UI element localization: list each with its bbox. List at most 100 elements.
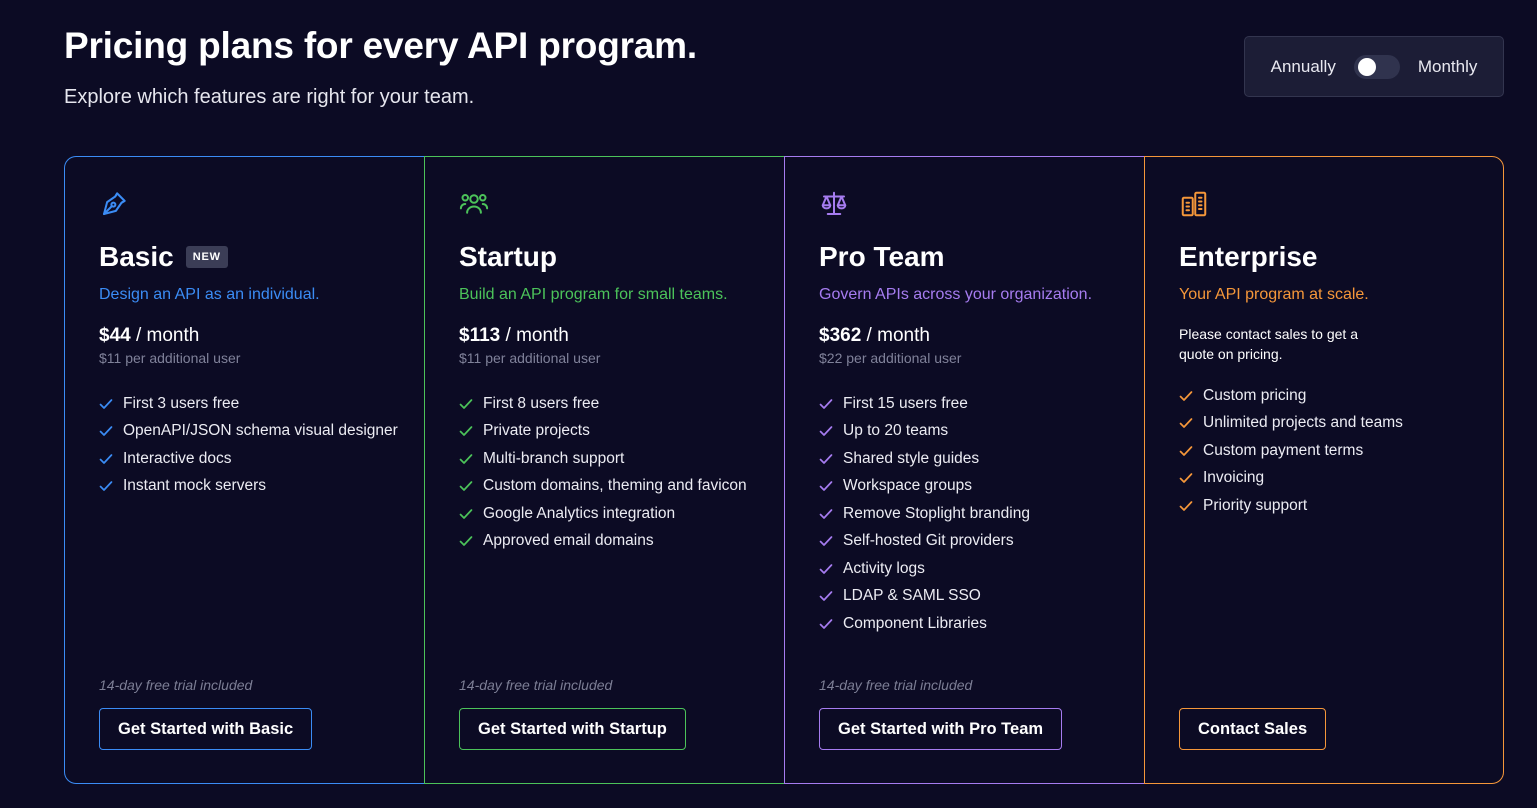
plan-card-basic: Basic NEW Design an API as an individual… <box>64 156 424 784</box>
feature-item: Priority support <box>1179 492 1469 520</box>
feature-list: First 8 users free Private projects Multi-… <box>459 390 750 555</box>
feature-text: Priority support <box>1203 496 1308 514</box>
trial-note: 14-day free trial included <box>459 677 613 693</box>
feature-text: First 8 users free <box>483 394 600 412</box>
feature-item: Interactive docs <box>99 445 390 473</box>
price-amount: $113 <box>459 325 501 346</box>
feature-item: Self-hosted Git providers <box>819 528 1110 556</box>
feature-text: Custom pricing <box>1203 386 1307 404</box>
feature-item: Multi-branch support <box>459 445 750 473</box>
feature-item: Invoicing <box>1179 465 1469 493</box>
check-icon <box>819 562 833 576</box>
feature-item: Up to 20 teams <box>819 418 1110 446</box>
get-started-startup-button[interactable]: Get Started with Startup <box>459 708 686 750</box>
feature-text: Remove Stoplight branding <box>843 504 1030 522</box>
plan-name: Pro Team <box>819 241 945 272</box>
check-icon <box>459 452 473 466</box>
feature-text: Shared style guides <box>843 449 980 467</box>
plan-card-pro-team: Pro Team Govern APIs across your organiz… <box>784 156 1144 784</box>
check-icon <box>1179 471 1193 485</box>
feature-item: Custom pricing <box>1179 382 1469 410</box>
plan-price: $113 / month <box>459 324 750 348</box>
building-icon <box>1179 189 1209 219</box>
feature-item: Activity logs <box>819 555 1110 583</box>
feature-item: Private projects <box>459 418 750 446</box>
feature-text: Google Analytics integration <box>483 504 676 522</box>
check-icon <box>1179 444 1193 458</box>
check-icon <box>819 534 833 548</box>
feature-text: Invoicing <box>1203 469 1265 487</box>
feature-item: Custom payment terms <box>1179 437 1469 465</box>
contact-sales-button[interactable]: Contact Sales <box>1179 708 1327 750</box>
check-icon <box>819 617 833 631</box>
feature-text: Private projects <box>483 422 590 440</box>
additional-user-price: $11 per additional user <box>99 350 241 366</box>
feature-text: Component Libraries <box>843 614 987 632</box>
plans-grid: Basic NEW Design an API as an individual… <box>64 156 1504 784</box>
feature-item: First 3 users free <box>99 390 390 418</box>
feature-text: Unlimited projects and teams <box>1203 414 1403 432</box>
get-started-basic-button[interactable]: Get Started with Basic <box>99 708 313 750</box>
plan-tagline: Design an API as an individual. <box>99 286 320 303</box>
price-period: / month <box>500 325 569 346</box>
plan-tagline: Govern APIs across your organization. <box>819 286 1093 303</box>
check-icon <box>819 589 833 603</box>
feature-text: Interactive docs <box>123 449 232 467</box>
billing-period-toggle: Annually Monthly <box>1244 36 1504 97</box>
plan-card-startup: Startup Build an API program for small t… <box>424 156 784 784</box>
feature-text: Self-hosted Git providers <box>843 532 1014 550</box>
feature-text: Multi-branch support <box>483 449 625 467</box>
feature-item: Shared style guides <box>819 445 1110 473</box>
feature-list: Custom pricing Unlimited projects and tea… <box>1179 382 1469 520</box>
feature-text: Approved email domains <box>483 532 654 550</box>
feature-text: Custom payment terms <box>1203 441 1364 459</box>
check-icon <box>819 479 833 493</box>
price-amount: $362 <box>819 325 862 346</box>
feature-item: Remove Stoplight branding <box>819 500 1110 528</box>
toggle-knob <box>1357 57 1376 76</box>
feature-item: OpenAPI/JSON schema visual designer <box>99 418 398 446</box>
check-icon <box>819 452 833 466</box>
feature-list: First 3 users free OpenAPI/JSON schema vi… <box>99 390 398 500</box>
check-icon <box>99 479 113 493</box>
feature-item: First 15 users free <box>819 390 1110 418</box>
feature-text: Up to 20 teams <box>843 422 949 440</box>
check-icon <box>459 479 473 493</box>
additional-user-price: $11 per additional user <box>459 350 601 366</box>
users-icon <box>459 189 489 219</box>
feature-item: Unlimited projects and teams <box>1179 410 1469 438</box>
billing-toggle-switch[interactable] <box>1353 54 1400 79</box>
feature-text: Custom domains, theming and favicon <box>483 477 747 495</box>
plan-price: $44 / month <box>99 324 390 348</box>
feature-item: Approved email domains <box>459 528 750 556</box>
feature-text: Activity logs <box>843 559 925 577</box>
feature-text: First 15 users free <box>843 394 968 412</box>
feature-item: Google Analytics integration <box>459 500 750 528</box>
plan-card-enterprise: Enterprise Your API program at scale. Pl… <box>1144 156 1504 784</box>
page-subtitle: Explore which features are right for you… <box>64 86 475 108</box>
plan-tagline: Build an API program for small teams. <box>459 286 728 303</box>
check-icon <box>459 424 473 438</box>
check-icon <box>819 397 833 411</box>
check-icon <box>1179 416 1193 430</box>
additional-user-price: $22 per additional user <box>819 350 962 366</box>
plan-tagline: Your API program at scale. <box>1179 286 1369 303</box>
feature-text: LDAP & SAML SSO <box>843 587 981 605</box>
check-icon <box>99 397 113 411</box>
check-icon <box>819 507 833 521</box>
get-started-pro-team-button[interactable]: Get Started with Pro Team <box>819 708 1063 750</box>
feature-item: Workspace groups <box>819 473 1110 501</box>
new-badge: NEW <box>185 246 228 268</box>
toggle-label-annually[interactable]: Annually <box>1271 57 1336 77</box>
check-icon <box>459 534 473 548</box>
price-period: / month <box>130 325 200 346</box>
feature-list: First 15 users free Up to 20 teams Shared … <box>819 390 1110 638</box>
toggle-label-monthly[interactable]: Monthly <box>1418 57 1478 77</box>
contact-sales-note: Please contact sales to get a quote on p… <box>1179 326 1358 362</box>
pen-nib-icon <box>99 189 129 219</box>
feature-text: OpenAPI/JSON schema visual designer <box>123 422 398 440</box>
plan-name: Enterprise <box>1179 241 1318 272</box>
trial-note: 14-day free trial included <box>819 677 973 693</box>
feature-item: Component Libraries <box>819 610 1110 638</box>
price-period: / month <box>861 325 930 346</box>
